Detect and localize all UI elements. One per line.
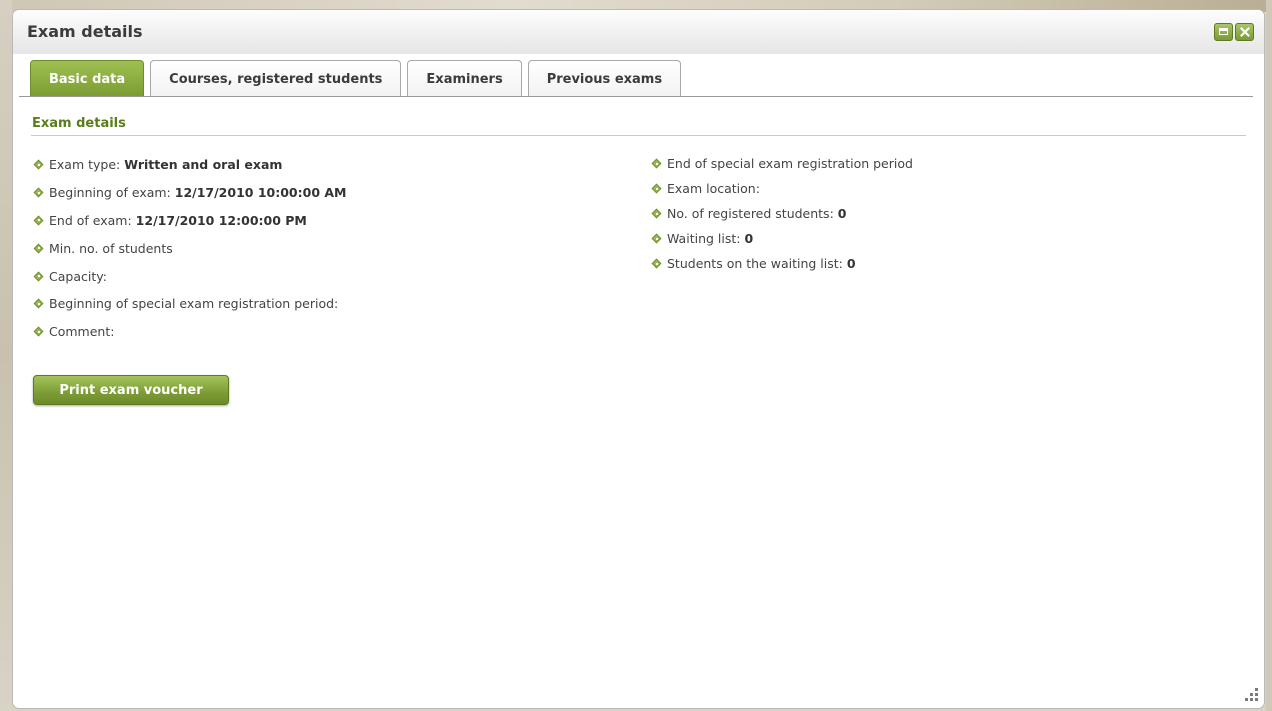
field-value: 0: [846, 256, 856, 271]
diamond-bullet-icon: [33, 159, 44, 170]
section-title: Exam details: [32, 116, 126, 131]
field-value: 0: [837, 206, 847, 221]
field-end-of-exam: End of exam: 12/17/2010 12:00:00 PM: [33, 207, 346, 235]
field-no-of-registered-students: No. of registered students: 0: [651, 201, 917, 226]
diamond-bullet-icon: [33, 271, 44, 282]
diamond-bullet-icon: [651, 158, 662, 169]
desktop-background-left: [0, 0, 12, 711]
diamond-bullet-icon: [651, 258, 662, 269]
exam-details-window: Exam details Basic data Courses, registe…: [12, 9, 1265, 709]
diamond-bullet-icon: [651, 208, 662, 219]
field-exam-type: Exam type: Written and oral exam: [33, 151, 346, 179]
details-right-column: End of special exam registration period …: [651, 151, 917, 276]
window-titlebar[interactable]: Exam details: [13, 10, 1264, 54]
field-label: Comment:: [49, 324, 115, 340]
field-capacity: Capacity:: [33, 262, 346, 290]
diamond-bullet-icon: [33, 215, 44, 226]
field-label: Exam type:: [49, 157, 121, 173]
diamond-bullet-icon: [651, 183, 662, 194]
maximize-icon[interactable]: [1214, 23, 1233, 41]
field-value: 12/17/2010 12:00:00 PM: [135, 212, 307, 228]
diamond-bullet-icon: [651, 233, 662, 244]
field-exam-location: Exam location:: [651, 176, 917, 201]
diamond-bullet-icon: [33, 187, 44, 198]
diamond-bullet-icon: [33, 326, 44, 337]
field-value: Written and oral exam: [124, 157, 283, 173]
tab-bar: Basic data Courses, registered students …: [30, 60, 687, 97]
desktop-background-right: [1266, 0, 1272, 711]
field-label: End of special exam registration period: [667, 156, 913, 171]
field-label: End of exam:: [49, 212, 132, 228]
window-controls: [1214, 23, 1254, 41]
field-label: Waiting list:: [667, 231, 741, 246]
field-end-special-registration: End of special exam registration period: [651, 151, 917, 176]
window-title: Exam details: [27, 22, 143, 41]
resize-grip-icon[interactable]: [1244, 688, 1258, 702]
field-label: Beginning of exam:: [49, 185, 171, 201]
close-icon[interactable]: [1235, 23, 1254, 41]
tab-courses-registered-students[interactable]: Courses, registered students: [150, 60, 402, 97]
field-label: Capacity:: [49, 268, 107, 284]
print-exam-voucher-button[interactable]: Print exam voucher: [33, 375, 229, 405]
tab-basic-data[interactable]: Basic data: [30, 60, 145, 97]
tab-examiners[interactable]: Examiners: [407, 60, 522, 97]
field-label: Students on the waiting list:: [667, 256, 843, 271]
field-students-on-waiting-list: Students on the waiting list: 0: [651, 251, 917, 276]
field-beginning-of-exam: Beginning of exam: 12/17/2010 10:00:00 A…: [33, 179, 346, 207]
field-label: No. of registered students:: [667, 206, 834, 221]
field-label: Exam location:: [667, 181, 760, 196]
field-label: Min. no. of students: [49, 240, 173, 256]
details-left-column: Exam type: Written and oral exam Beginni…: [33, 151, 346, 346]
tabs-divider: [19, 96, 1253, 97]
field-min-no-of-students: Min. no. of students: [33, 234, 346, 262]
field-comment: Comment:: [33, 318, 346, 346]
field-beginning-special-registration: Beginning of special exam registration p…: [33, 290, 346, 318]
diamond-bullet-icon: [33, 298, 44, 309]
diamond-bullet-icon: [33, 243, 44, 254]
tab-previous-exams[interactable]: Previous exams: [527, 60, 682, 97]
field-label: Beginning of special exam registration p…: [49, 296, 339, 312]
field-waiting-list: Waiting list: 0: [651, 226, 917, 251]
section-divider: [31, 135, 1246, 136]
field-value: 0: [744, 231, 754, 246]
field-value: 12/17/2010 10:00:00 AM: [174, 185, 347, 201]
